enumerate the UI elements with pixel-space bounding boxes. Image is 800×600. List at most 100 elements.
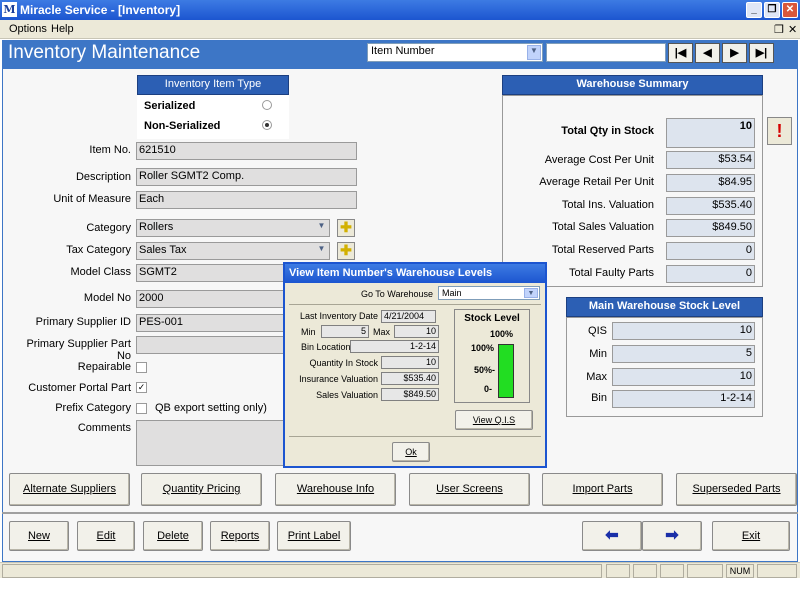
- quantity-in-stock-label: Quantity In Stock: [309, 358, 378, 368]
- chevron-down-icon: ▼: [317, 221, 326, 230]
- category-select[interactable]: Rollers ▼: [136, 219, 330, 237]
- menu-bar: Options Help ❐ ✕: [0, 20, 800, 39]
- last-record-button[interactable]: ▶|: [749, 43, 774, 63]
- avg-cost-label: Average Cost Per Unit: [544, 154, 654, 166]
- ok-label: Ok: [405, 447, 417, 457]
- prefix-category-note: QB export setting only): [155, 402, 267, 414]
- dialog-min-field: 5: [321, 325, 369, 338]
- view-qis-button[interactable]: View Q.I.S: [455, 410, 533, 430]
- divider: [2, 512, 798, 514]
- status-cell: [687, 564, 723, 578]
- first-record-button[interactable]: |◀: [668, 43, 693, 63]
- category-label: Category: [86, 222, 131, 234]
- window-title: Miracle Service - [Inventory]: [20, 3, 181, 17]
- new-button[interactable]: New: [9, 521, 69, 551]
- primary-supplier-id-field[interactable]: PES-001: [136, 314, 284, 332]
- insurance-valuation-label: Insurance Valuation: [299, 374, 378, 384]
- model-no-label: Model No: [83, 292, 131, 304]
- dialog-max-field: 10: [394, 325, 439, 338]
- menu-help[interactable]: Help: [51, 23, 74, 35]
- edit-label: Edit: [96, 530, 116, 542]
- reports-label: Reports: [220, 530, 260, 542]
- next-record-button[interactable]: ▶: [722, 43, 747, 63]
- title-bar: M Miracle Service - [Inventory] _ ❐ ✕: [0, 0, 800, 20]
- avg-retail-label: Average Retail Per Unit: [539, 176, 654, 188]
- import-parts-button[interactable]: Import Parts: [542, 473, 663, 506]
- delete-button[interactable]: Delete: [143, 521, 203, 551]
- minimize-icon[interactable]: _: [746, 2, 762, 18]
- superseded-parts-label: Superseded Parts: [692, 483, 781, 495]
- print-label-button[interactable]: Print Label: [277, 521, 351, 551]
- add-category-button[interactable]: ✚: [337, 219, 355, 237]
- dialog-title: View Item Number's Warehouse Levels: [285, 264, 545, 283]
- back-button[interactable]: ⬅: [582, 521, 642, 551]
- uom-field[interactable]: Each: [136, 191, 357, 209]
- main-stock-heading: Main Warehouse Stock Level: [566, 297, 763, 317]
- customer-portal-checkbox[interactable]: ✓: [136, 382, 147, 393]
- quantity-in-stock-field: 10: [381, 356, 439, 369]
- warehouse-info-button[interactable]: Warehouse Info: [275, 473, 396, 506]
- num-lock-indicator: NUM: [726, 564, 754, 578]
- alert-button[interactable]: !: [767, 117, 792, 145]
- exit-button[interactable]: Exit: [712, 521, 790, 551]
- quantity-pricing-label: Quantity Pricing: [162, 483, 241, 495]
- model-no-field[interactable]: 2000: [136, 290, 284, 308]
- arrow-right-icon: ➡: [665, 527, 679, 544]
- stock-level-fill: [499, 345, 513, 397]
- forward-button[interactable]: ➡: [642, 521, 702, 551]
- uom-label: Unit of Measure: [53, 193, 131, 205]
- edit-button[interactable]: Edit: [77, 521, 135, 551]
- scale-100-label: 100%: [471, 343, 495, 353]
- description-field[interactable]: Roller SGMT2 Comp.: [136, 168, 357, 186]
- tax-category-value: Sales Tax: [139, 244, 187, 256]
- restore-icon[interactable]: ❐: [764, 2, 780, 18]
- insurance-valuation-field: $535.40: [381, 372, 439, 385]
- total-qty-field: 10: [666, 118, 755, 148]
- mdi-close-icon[interactable]: ✕: [788, 23, 797, 36]
- search-input[interactable]: [546, 43, 666, 62]
- last-inventory-label: Last Inventory Date: [299, 311, 378, 321]
- add-tax-category-button[interactable]: ✚: [337, 242, 355, 260]
- stock-level-percent: 100%: [490, 329, 514, 339]
- mdi-restore-icon[interactable]: ❐: [774, 23, 784, 36]
- dialog-max-label: Max: [373, 327, 391, 337]
- import-parts-label: Import Parts: [572, 483, 633, 495]
- prefix-category-checkbox[interactable]: [136, 403, 147, 414]
- sales-valuation-field: $849.50: [381, 388, 439, 401]
- status-cell: [606, 564, 630, 578]
- item-no-field[interactable]: 621510: [136, 142, 357, 160]
- status-bar: NUM: [0, 562, 800, 578]
- primary-supplier-part-field[interactable]: [136, 336, 284, 354]
- quantity-pricing-button[interactable]: Quantity Pricing: [141, 473, 262, 506]
- reserved-parts-field: 0: [666, 242, 755, 260]
- avg-retail-field: $84.95: [666, 174, 755, 192]
- repairable-checkbox[interactable]: [136, 362, 147, 373]
- description-label: Description: [75, 171, 131, 183]
- divider: [289, 304, 541, 305]
- non-serialized-radio[interactable]: [262, 120, 272, 130]
- model-class-field[interactable]: SGMT2: [136, 264, 284, 282]
- search-by-select[interactable]: Item Number ▼: [367, 43, 543, 62]
- comments-field[interactable]: [136, 420, 284, 466]
- user-screens-button[interactable]: User Screens: [409, 473, 530, 506]
- tax-category-select[interactable]: Sales Tax ▼: [136, 242, 330, 260]
- exit-label: Exit: [741, 530, 761, 542]
- reports-button[interactable]: Reports: [210, 521, 270, 551]
- superseded-parts-button[interactable]: Superseded Parts: [676, 473, 797, 506]
- alternate-suppliers-button[interactable]: Alternate Suppliers: [9, 473, 130, 506]
- alternate-suppliers-label: Alternate Suppliers: [23, 483, 116, 495]
- bin-location-field: 1-2-14: [350, 340, 439, 353]
- serialized-radio[interactable]: [262, 100, 272, 110]
- item-no-label: Item No.: [89, 144, 131, 156]
- ok-button[interactable]: Ok: [392, 442, 430, 462]
- bin-field: 1-2-14: [612, 390, 755, 408]
- prev-record-button[interactable]: ◀: [695, 43, 720, 63]
- menu-options[interactable]: Options: [9, 23, 47, 35]
- warehouse-levels-dialog: View Item Number's Warehouse Levels Go T…: [283, 262, 547, 468]
- max-field: 10: [612, 368, 755, 386]
- bin-location-label: Bin Location: [301, 342, 351, 352]
- goto-warehouse-select[interactable]: Main ▼: [438, 286, 540, 300]
- view-qis-label: View Q.I.S: [472, 415, 516, 425]
- close-icon[interactable]: ✕: [782, 2, 798, 18]
- prefix-category-label: Prefix Category: [55, 402, 131, 414]
